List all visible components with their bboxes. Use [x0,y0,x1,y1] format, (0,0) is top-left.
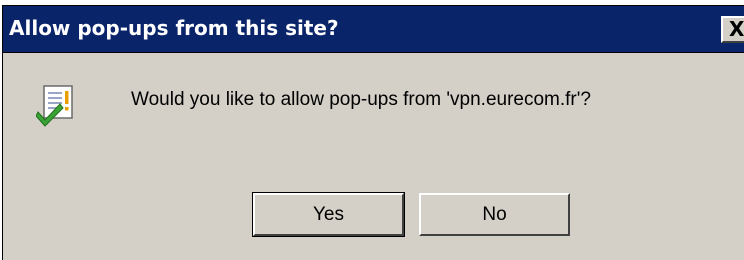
yes-button[interactable]: Yes [252,192,405,237]
yes-button-label: Yes [313,203,344,225]
close-icon: X [729,17,744,41]
close-button[interactable]: X [721,16,744,43]
dialog-title: Allow pop-ups from this site? [9,16,339,40]
dialog-titlebar[interactable]: Allow pop-ups from this site? [3,6,744,53]
no-button-label: No [482,203,507,225]
dialog-message: Would you like to allow pop-ups from 'vp… [131,89,591,110]
no-button[interactable]: No [419,193,570,236]
popup-dialog: Allow pop-ups from this site? X Would yo… [2,5,744,260]
popup-checkmark-icon [36,85,73,127]
